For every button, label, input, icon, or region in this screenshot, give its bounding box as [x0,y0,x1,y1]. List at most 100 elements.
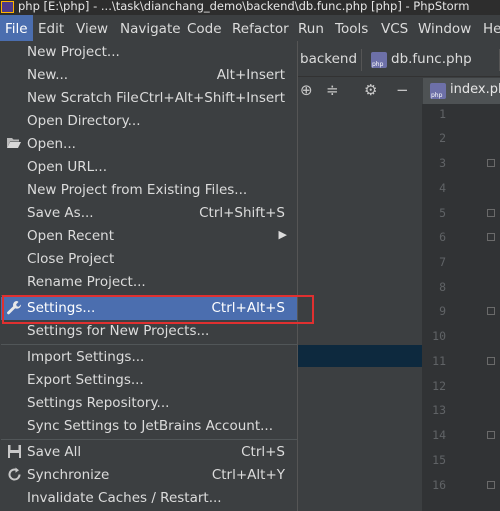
line-number: 8 [439,280,446,294]
menu-item-label: Close Project [27,251,115,267]
menu-tools[interactable]: Tools [330,15,373,43]
menu-navigate[interactable]: Navigate [115,15,186,43]
fold-marker-icon[interactable] [487,209,495,217]
menu-item-shortcut: Ctrl+Alt+Shift+Insert [139,90,285,106]
sync-icon [6,467,22,483]
menu-item-label: Save All [27,444,82,460]
menu-item-label: Open Directory... [27,113,141,129]
menu-separator [1,439,297,440]
menu-item-shortcut: Ctrl+S [241,444,285,460]
fold-marker-icon[interactable] [487,431,495,439]
menu-item-import-settings[interactable]: Import Settings... [1,346,297,369]
collapse-all-icon[interactable]: ≑ [326,81,339,99]
menu-item-label: New... [27,67,69,83]
line-number: 12 [432,379,446,393]
menu-item-label: Settings for New Projects... [27,323,210,339]
editor-tab-label: index.ph [450,82,500,97]
menu-item-label: Open URL... [27,159,108,175]
fold-marker-icon[interactable] [487,307,495,315]
save-icon [6,444,22,460]
navigation-breadcrumb: backend db.func.php [298,43,500,77]
line-number: 14 [432,428,446,442]
menu-item-shortcut: Ctrl+Shift+S [199,205,285,221]
menu-item-label: Export Settings... [27,372,144,388]
fold-marker-icon[interactable] [487,357,495,365]
gear-icon[interactable]: ⚙ [364,81,377,99]
menu-view[interactable]: View [71,15,113,43]
php-file-icon [371,52,387,68]
line-number: 9 [439,304,446,318]
menu-item-save-all[interactable]: Save All Ctrl+S [1,441,297,464]
menu-run[interactable]: Run [293,15,329,43]
folder-open-icon [6,136,22,152]
menu-item-label: Open... [27,136,76,152]
minimize-icon[interactable]: − [396,81,409,99]
line-number: 4 [439,181,446,195]
fold-marker-icon[interactable] [487,481,495,489]
menu-item-label: Rename Project... [27,274,146,290]
menu-separator [1,344,297,345]
menu-item-synchronize[interactable]: Synchronize Ctrl+Alt+Y [1,464,297,487]
menu-item-label: Sync Settings to JetBrains Account... [27,418,274,434]
menu-item-label: Import Settings... [27,349,145,365]
menu-item-label: New Scratch File [27,90,139,106]
line-number: 1 [439,107,446,121]
line-number: 2 [439,131,446,145]
submenu-arrow-icon: ▶ [278,228,287,241]
window-title: php [E:\php] - ...\task\dianchang_demo\b… [18,0,470,13]
menu-item-open-directory[interactable]: Open Directory... [1,110,297,133]
menu-item-sync-settings[interactable]: Sync Settings to JetBrains Account... [1,415,297,438]
menu-item-label: Synchronize [27,467,110,483]
menu-item-shortcut: Ctrl+Alt+Y [211,467,285,483]
line-number: 6 [439,230,446,244]
menu-item-label: Save As... [27,205,94,221]
line-number: 16 [432,478,446,492]
fold-marker-icon[interactable] [487,233,495,241]
highlight-annotation-box [2,295,314,324]
breadcrumb-folder[interactable]: backend [300,51,357,67]
phpstorm-app-icon [1,1,14,13]
menu-window[interactable]: Window [413,15,476,43]
breadcrumb-file[interactable]: db.func.php [391,51,472,67]
project-tree-selected-row[interactable] [298,345,422,367]
menu-edit[interactable]: Edit [33,15,69,43]
target-icon[interactable]: ⊕ [300,81,313,99]
menu-item-label: Settings Repository... [27,395,170,411]
project-tree-pane[interactable] [298,104,422,511]
menu-item-rename-project[interactable]: Rename Project... [1,271,297,294]
breadcrumb-separator [361,49,362,71]
menu-item-new-scratch-file[interactable]: New Scratch File Ctrl+Alt+Shift+Insert [1,87,297,110]
editor-tab-index[interactable]: index.ph [423,78,500,104]
php-file-icon [430,83,446,99]
menu-item-new[interactable]: New... Alt+Insert [1,64,297,87]
menu-item-new-project-existing[interactable]: New Project from Existing Files... [1,179,297,202]
menu-item-label: New Project from Existing Files... [27,182,248,198]
menu-item-export-settings[interactable]: Export Settings... [1,369,297,392]
line-number: 15 [432,453,446,467]
menu-item-settings-repository[interactable]: Settings Repository... [1,392,297,415]
menu-item-open-recent[interactable]: Open Recent ▶ [1,225,297,248]
line-number: 7 [439,255,446,269]
line-number: 13 [432,403,446,417]
window-titlebar: php [E:\php] - ...\task\dianchang_demo\b… [0,0,500,15]
menu-item-close-project[interactable]: Close Project [1,248,297,271]
menu-item-open[interactable]: Open... [1,133,297,156]
menu-item-save-as[interactable]: Save As... Ctrl+Shift+S [1,202,297,225]
menu-item-label: Open Recent [27,228,115,244]
menu-item-label: New Project... [27,44,120,60]
menu-item-open-url[interactable]: Open URL... [1,156,297,179]
fold-marker-icon[interactable] [487,159,495,167]
line-number: 3 [439,156,446,170]
menu-item-label: Invalidate Caches / Restart... [27,490,222,506]
menu-item-invalidate-caches[interactable]: Invalidate Caches / Restart... [1,487,297,510]
menu-refactor[interactable]: Refactor [227,15,294,43]
file-menu-dropdown: New Project... New... Alt+Insert New Scr… [0,41,298,511]
line-number: 5 [439,206,446,220]
line-number: 10 [432,329,446,343]
menu-file[interactable]: File [0,15,33,43]
menu-help[interactable]: He [478,15,500,43]
menu-item-new-project[interactable]: New Project... [1,41,297,64]
menu-vcs[interactable]: VCS [376,15,413,43]
menubar: File Edit View Navigate Code Refactor Ru… [0,15,500,43]
menu-code[interactable]: Code [182,15,227,43]
